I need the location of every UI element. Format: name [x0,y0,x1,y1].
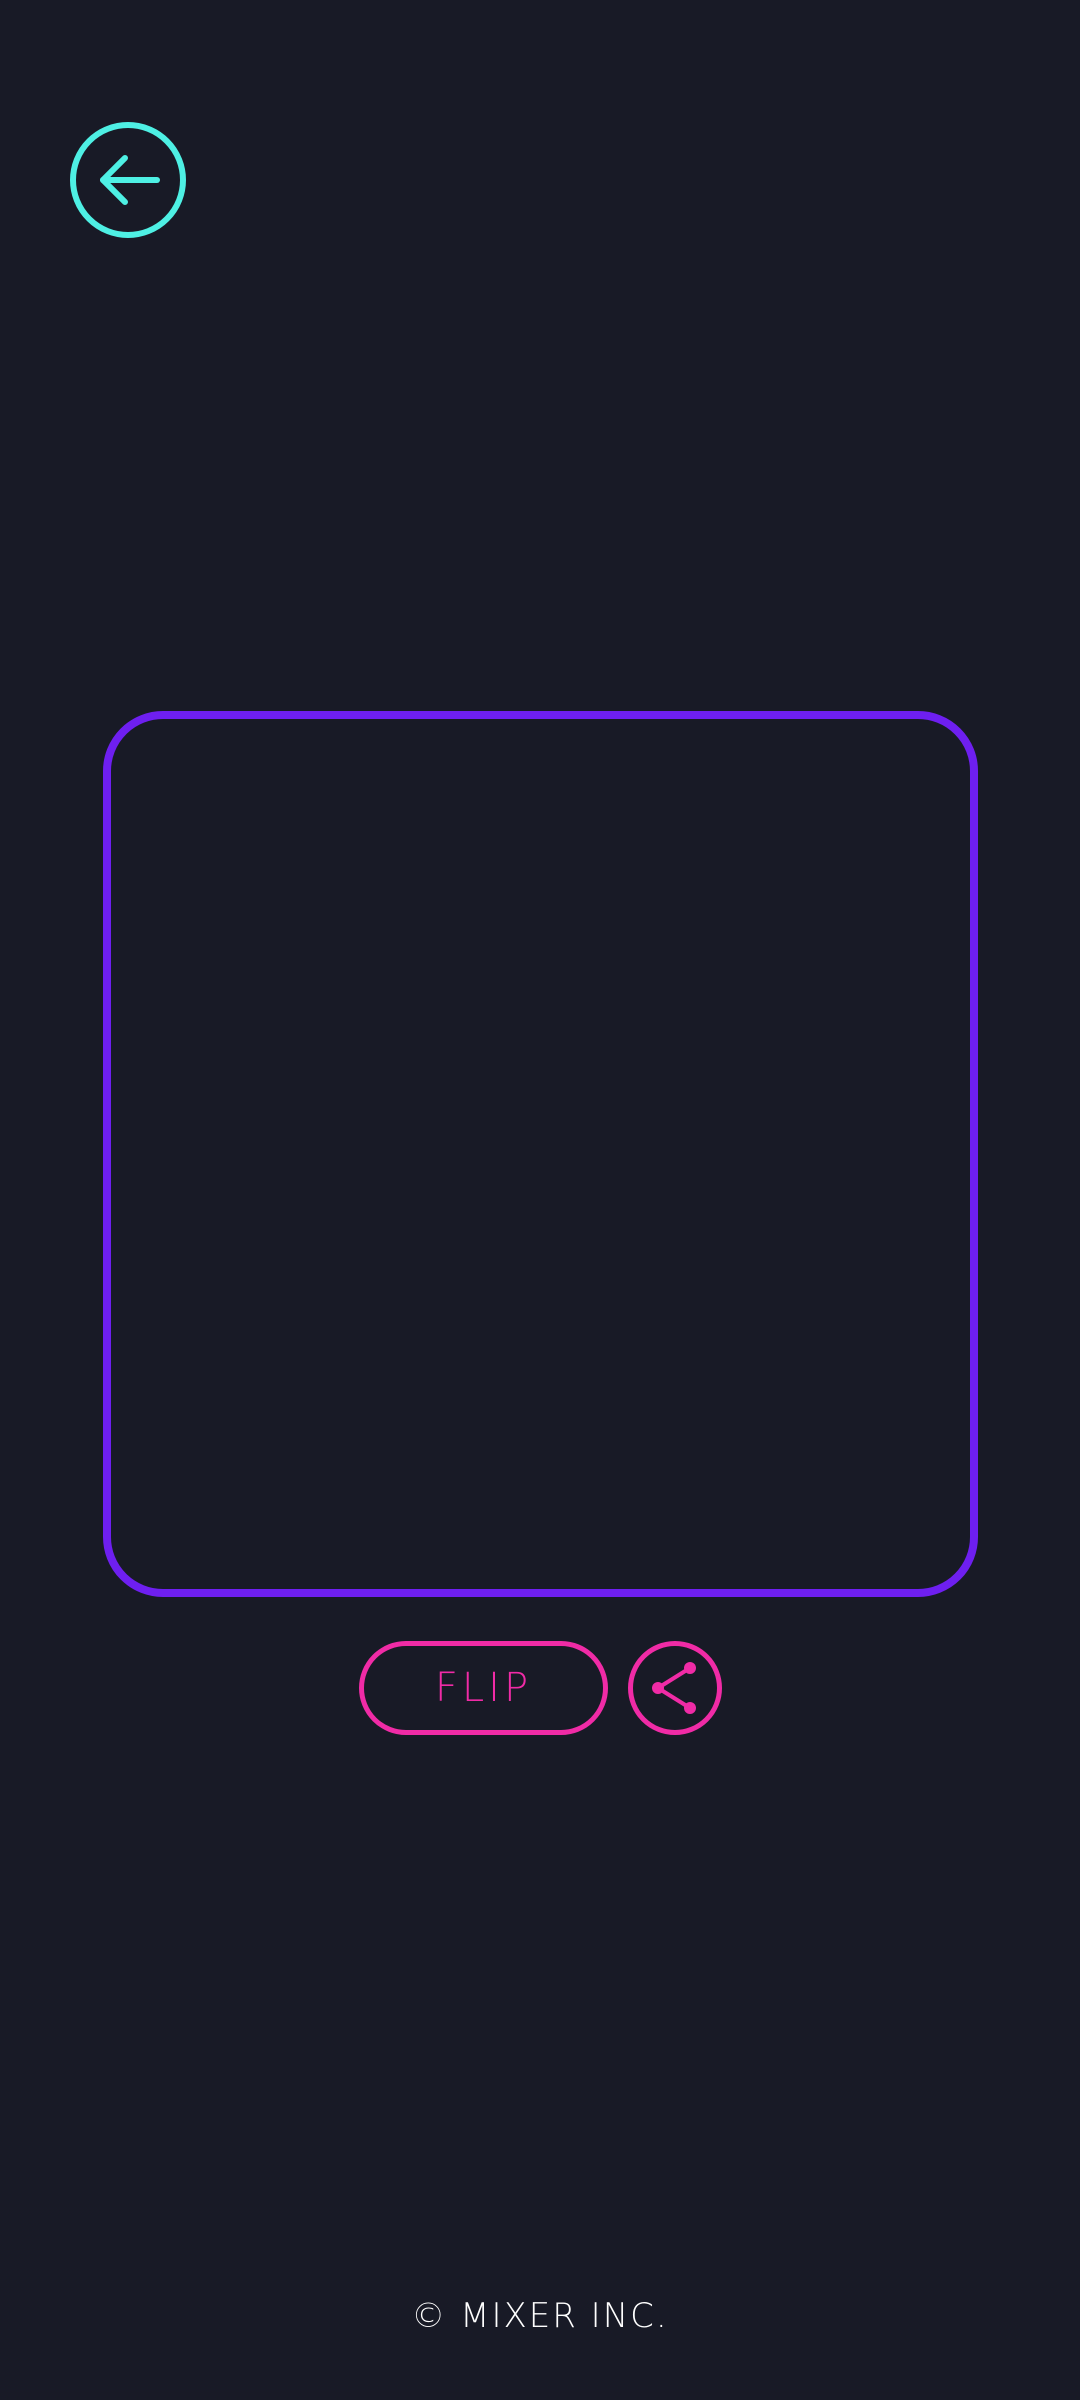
card-frame[interactable] [103,711,978,1597]
arrow-left-icon [100,155,160,205]
share-button[interactable] [628,1641,722,1735]
flip-button[interactable]: FLIP [359,1641,608,1735]
copyright-text: © MIXER INC. [411,2296,669,2336]
share-icon [652,1662,696,1714]
back-button[interactable] [70,122,186,238]
